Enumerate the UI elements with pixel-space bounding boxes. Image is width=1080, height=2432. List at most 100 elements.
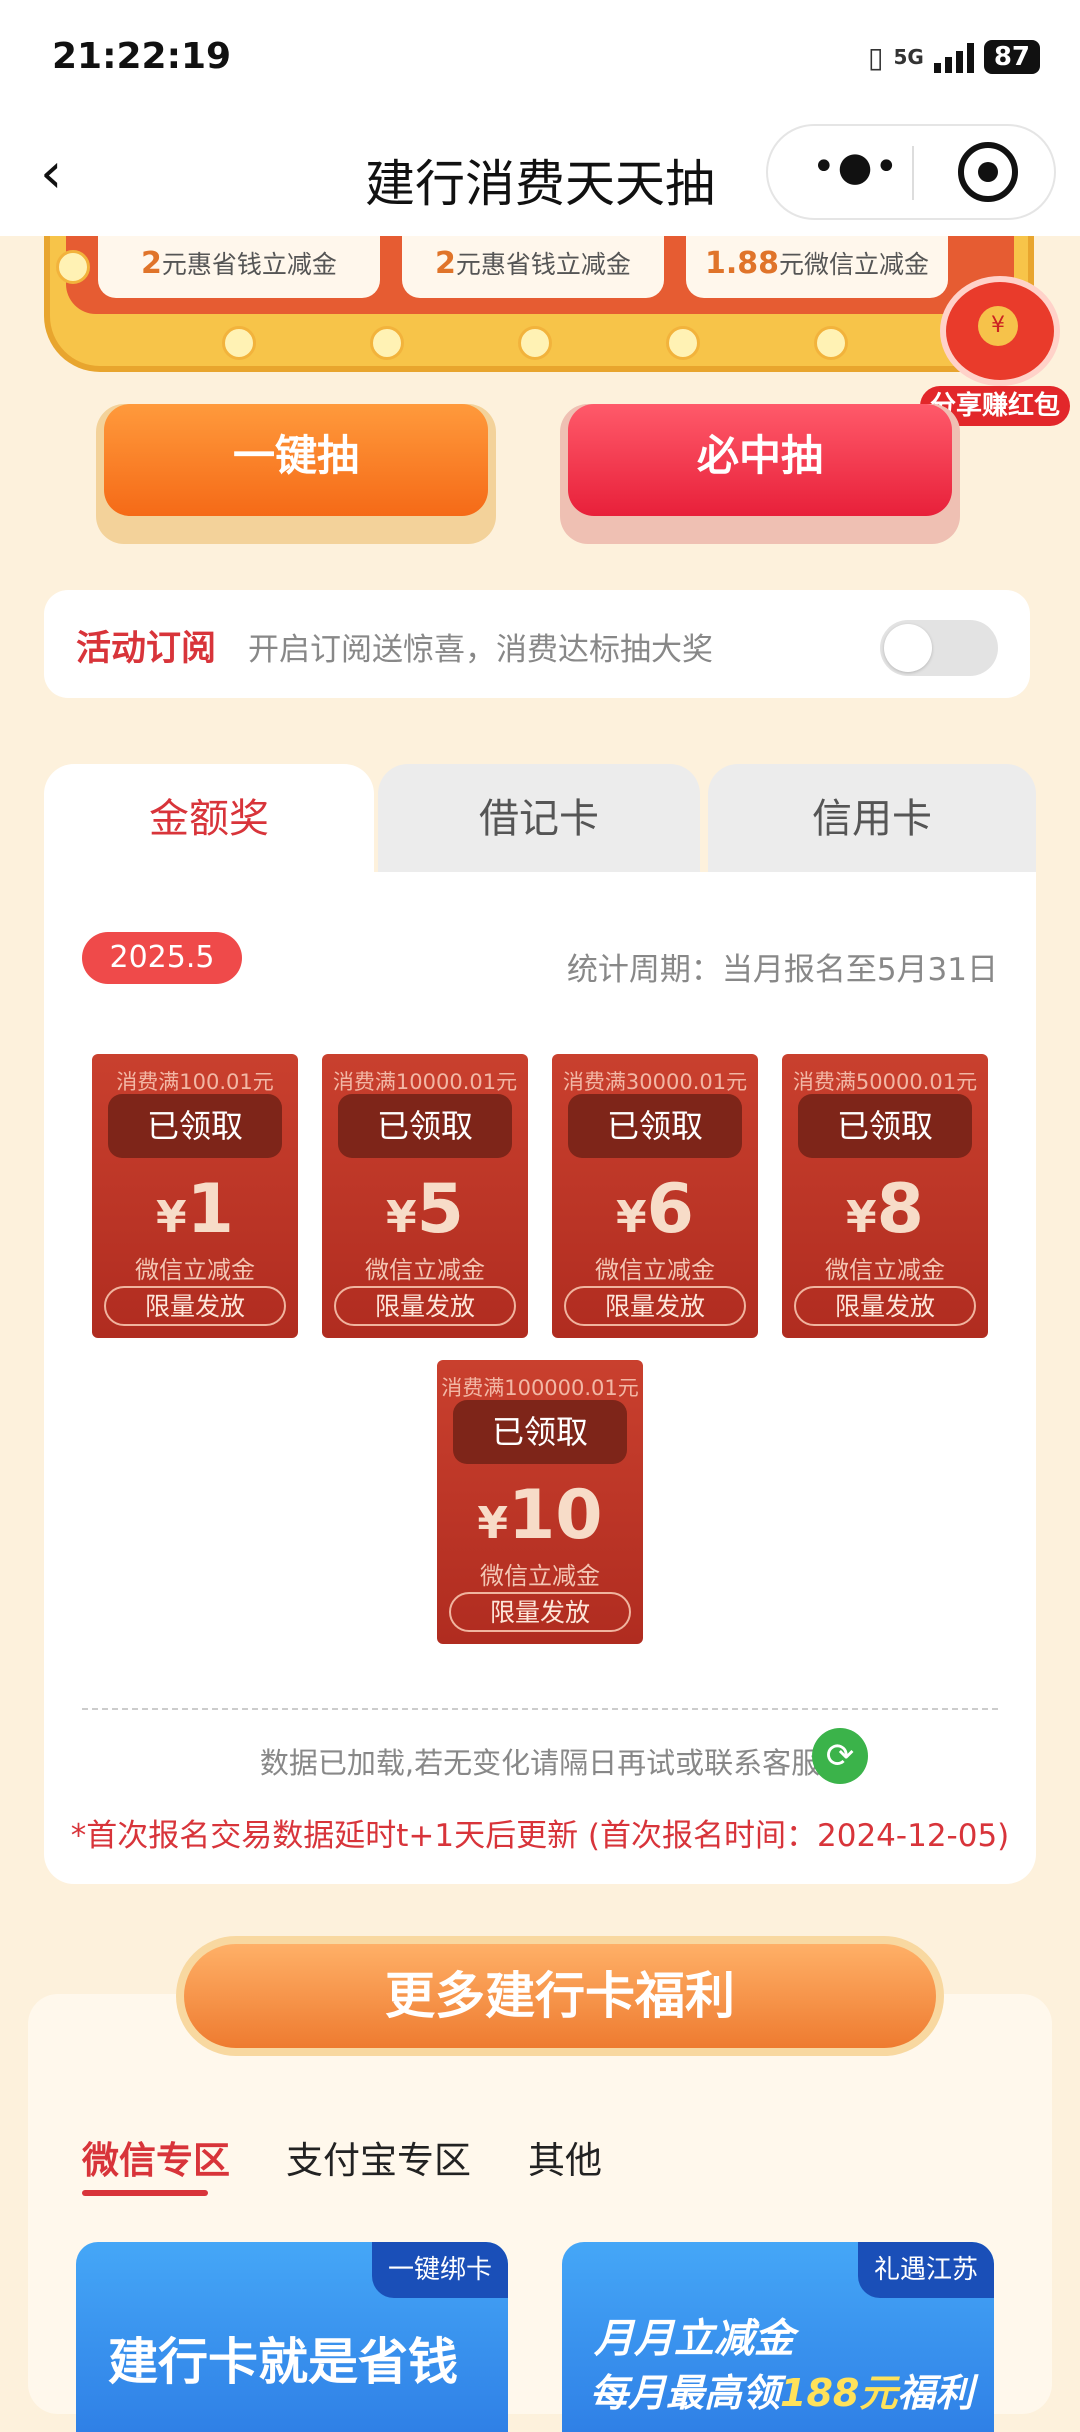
currency-symbol: ¥ [477,1498,508,1549]
share-red-packet-button[interactable]: ¥ 分享赚红包 [920,276,1070,426]
prize-label: 元微信立减金 [779,250,930,279]
coupon-card[interactable]: 消费满10000.01元 已领取 ¥5 微信立减金 限量发放 [322,1054,528,1338]
status-bar: 21:22:19 ▯ 5G 87 [0,0,1080,120]
frame-light [518,326,552,360]
frame-light [222,326,256,360]
active-tab-underline [82,2190,208,2196]
tab-wechat-zone[interactable]: 微信专区 [82,2130,230,2184]
prize-amount: 2 [141,246,162,281]
coupon-value: 6 [646,1170,694,1249]
banner-title: 建行卡就是省钱 [108,2333,458,2391]
coupon-amount: ¥10 [437,1476,643,1555]
coupon-amount: ¥6 [552,1170,758,1249]
coupon-status: 已领取 [798,1094,972,1158]
coupon-status: 已领取 [338,1094,512,1158]
tab-amount-prize[interactable]: 金额奖 [44,764,374,874]
currency-symbol: ¥ [386,1192,417,1243]
banner-highlight: 188元 [780,2371,898,2415]
vibrate-icon: ▯ [868,40,884,74]
coupon-type: 微信立减金 [365,1256,485,1284]
refresh-icon[interactable]: ⟳ [812,1728,868,1784]
back-icon[interactable]: ‹ [40,146,62,202]
banner-tag: 一键绑卡 [371,2242,508,2298]
network-label: 5G [893,45,924,69]
coupon-condition: 消费满30000.01元 [562,1070,748,1094]
coupon-status: 已领取 [568,1094,742,1158]
data-delay-note: *首次报名交易数据延时t+1天后更新 (首次报名时间：2024-12-05) [70,1818,1010,1854]
mini-program-capsule: •●• [766,124,1056,220]
coupon-amount: ¥8 [782,1170,988,1249]
subscription-description: 开启订阅送惊喜，消费达标抽大奖 [248,632,713,668]
coupon-value: 5 [416,1170,464,1249]
prize-amount: 2 [435,246,456,281]
coin-icon: ¥ [978,306,1018,346]
banner-tag: 礼遇江苏 [857,2242,994,2298]
more-benefits-button[interactable]: 更多建行卡福利 [176,1936,944,2056]
coupon-status: 已领取 [453,1400,627,1464]
close-icon[interactable] [958,142,1018,202]
coupon-limit-badge: 限量发放 [794,1286,976,1326]
prize-card: 2元惠省钱立减金 [402,236,664,298]
guaranteed-draw-button[interactable]: 必中抽 [560,404,960,544]
period-text: 统计周期：当月报名至5月31日 [566,952,998,988]
coupon-condition: 消费满100.01元 [116,1070,274,1094]
coupon-condition: 消费满100000.01元 [441,1376,639,1400]
benefit-banner[interactable]: 礼遇江苏 月月立减金 每月最高领188元福利 [562,2242,994,2432]
subscription-toggle[interactable] [880,620,998,676]
coupon-card[interactable]: 消费满30000.01元 已领取 ¥6 微信立减金 限量发放 [552,1054,758,1338]
banner-subtitle: 每月最高领188元福利 [590,2362,973,2417]
coupon-type: 微信立减金 [480,1562,600,1590]
coupon-type: 微信立减金 [135,1256,255,1284]
frame-light [370,326,404,360]
period-badge: 2025.5 [82,932,242,984]
coupon-card[interactable]: 消费满100.01元 已领取 ¥1 微信立减金 限量发放 [92,1054,298,1338]
benefit-banner[interactable]: 一键绑卡 建行卡就是省钱 [76,2242,508,2432]
coupon-type: 微信立减金 [825,1256,945,1284]
coupon-condition: 消费满50000.01元 [792,1070,978,1094]
battery-icon: 87 [983,40,1040,74]
prize-card: 2元惠省钱立减金 [98,236,380,298]
coupon-value: 8 [876,1170,924,1249]
frame-light [814,326,848,360]
frame-light [56,250,90,284]
one-click-draw-button[interactable]: 一键抽 [96,404,496,544]
currency-symbol: ¥ [846,1192,877,1243]
prize-card: 1.88元微信立减金 [686,236,948,298]
coupon-condition: 消费满10000.01元 [332,1070,518,1094]
data-loaded-text: 数据已加载,若无变化请隔日再试或联系客服 [259,1746,821,1780]
tab-debit-card[interactable]: 借记卡 [378,764,700,874]
coupon-type: 微信立减金 [595,1256,715,1284]
coupon-value: 10 [507,1476,603,1555]
capsule-divider [912,146,914,200]
prize-amount: 1.88 [704,246,779,281]
tab-alipay-zone[interactable]: 支付宝专区 [286,2130,471,2184]
status-icons: ▯ 5G 87 [868,40,1040,74]
status-time: 21:22:19 [52,36,232,77]
coupon-limit-badge: 限量发放 [564,1286,746,1326]
tab-credit-card[interactable]: 信用卡 [708,764,1036,874]
guaranteed-draw-label: 必中抽 [568,404,952,516]
coupon-amount: ¥5 [322,1170,528,1249]
coupon-amount: ¥1 [92,1170,298,1249]
toggle-knob [884,624,932,672]
frame-light [666,326,700,360]
one-click-draw-label: 一键抽 [104,404,488,516]
coupon-value: 1 [186,1170,234,1249]
coupon-limit-badge: 限量发放 [104,1286,286,1326]
tab-other[interactable]: 其他 [528,2130,602,2184]
coupon-limit-badge: 限量发放 [449,1592,631,1632]
more-icon[interactable]: •●• [812,144,900,190]
prize-label: 元惠省钱立减金 [455,250,631,279]
coupon-card[interactable]: 消费满100000.01元 已领取 ¥10 微信立减金 限量发放 [437,1360,643,1644]
signal-icon [933,41,974,73]
subscription-title: 活动订阅 [76,629,217,669]
dashed-divider [82,1708,998,1710]
nav-bar: ‹ 建行消费天天抽 •●• [0,120,1080,236]
subscription-bar: 活动订阅 开启订阅送惊喜，消费达标抽大奖 [44,590,1030,698]
prize-label: 元惠省钱立减金 [161,250,337,279]
banner-title: 月月立减金 [594,2316,794,2362]
more-benefits-label: 更多建行卡福利 [184,1944,936,2048]
coupon-card[interactable]: 消费满50000.01元 已领取 ¥8 微信立减金 限量发放 [782,1054,988,1338]
currency-symbol: ¥ [156,1192,187,1243]
coupon-limit-badge: 限量发放 [334,1286,516,1326]
